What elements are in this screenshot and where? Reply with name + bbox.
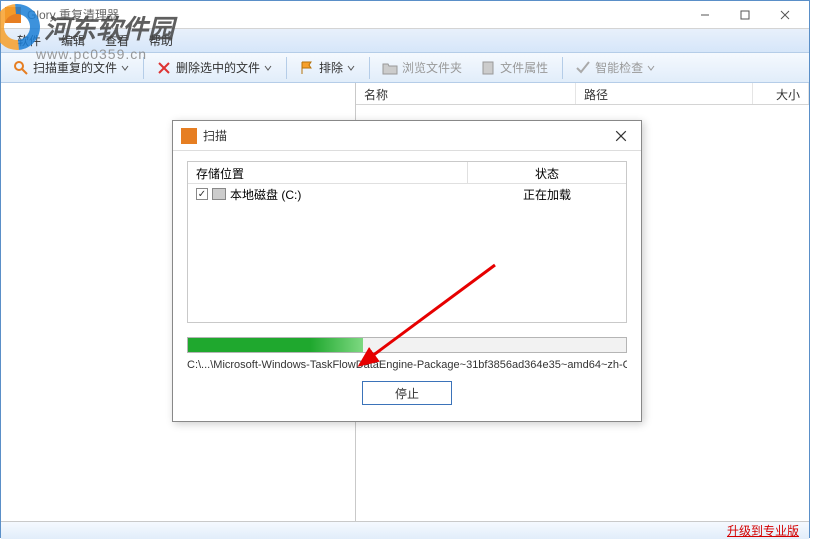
chevron-down-icon — [647, 64, 655, 72]
dialog-close-button[interactable] — [609, 124, 633, 148]
search-icon — [13, 60, 29, 76]
scan-location-list: 存储位置 状态 ✓ 本地磁盘 (C:) 正在加载 — [187, 161, 627, 323]
dialog-title: 扫描 — [203, 127, 609, 144]
checkbox-checked-icon[interactable]: ✓ — [196, 188, 208, 200]
minimize-button[interactable] — [685, 2, 725, 28]
delete-icon — [156, 60, 172, 76]
delete-selected-button[interactable]: 删除选中的文件 — [148, 56, 280, 79]
smart-check-button[interactable]: 智能检查 — [567, 56, 663, 79]
window-title: Glory 重复清理器 — [27, 6, 685, 23]
progress-fill — [188, 338, 363, 352]
statusbar: 升级到专业版 — [1, 521, 809, 539]
toolbar: 扫描重复的文件 删除选中的文件 排除 浏览文件夹 文件属性 智能检查 — [1, 53, 809, 83]
app-icon — [5, 7, 21, 23]
maximize-button[interactable] — [725, 2, 765, 28]
separator — [369, 57, 370, 79]
list-header: 名称 路径 大小 — [356, 83, 809, 105]
column-status[interactable]: 状态 — [468, 162, 626, 183]
progress-bar — [187, 337, 627, 353]
chevron-down-icon — [121, 64, 129, 72]
column-size[interactable]: 大小 — [753, 83, 809, 104]
scan-duplicates-button[interactable]: 扫描重复的文件 — [5, 56, 137, 79]
scan-row[interactable]: ✓ 本地磁盘 (C:) 正在加载 — [188, 184, 626, 204]
chevron-down-icon — [347, 64, 355, 72]
flag-icon — [299, 60, 315, 76]
titlebar: Glory 重复清理器 — [1, 1, 809, 29]
separator — [562, 57, 563, 79]
menu-file[interactable]: 软件 — [7, 30, 51, 51]
column-name[interactable]: 名称 — [356, 83, 576, 104]
upgrade-link[interactable]: 升级到专业版 — [727, 522, 799, 539]
close-button[interactable] — [765, 2, 805, 28]
exclude-button[interactable]: 排除 — [291, 56, 363, 79]
dialog-icon — [181, 128, 197, 144]
menubar: 软件 编辑 查看 帮助 — [1, 29, 809, 53]
chevron-down-icon — [264, 64, 272, 72]
column-storage[interactable]: 存储位置 — [188, 162, 468, 183]
dialog-titlebar: 扫描 — [173, 121, 641, 151]
check-icon — [575, 60, 591, 76]
browse-folder-button[interactable]: 浏览文件夹 — [374, 56, 470, 79]
column-path[interactable]: 路径 — [576, 83, 753, 104]
menu-edit[interactable]: 编辑 — [51, 30, 95, 51]
menu-view[interactable]: 查看 — [95, 30, 139, 51]
separator — [143, 57, 144, 79]
drive-icon — [212, 188, 226, 200]
menu-help[interactable]: 帮助 — [139, 30, 183, 51]
file-properties-button[interactable]: 文件属性 — [472, 56, 556, 79]
drive-status: 正在加载 — [468, 184, 626, 205]
drive-label: 本地磁盘 (C:) — [230, 186, 301, 203]
current-scan-path: C:\...\Microsoft-Windows-TaskFlowDataEng… — [187, 359, 627, 371]
folder-icon — [382, 60, 398, 76]
stop-button[interactable]: 停止 — [362, 381, 452, 405]
scan-dialog: 扫描 存储位置 状态 ✓ 本地磁盘 (C:) 正在加载 C:\...\Micro… — [172, 120, 642, 422]
properties-icon — [480, 60, 496, 76]
separator — [286, 57, 287, 79]
